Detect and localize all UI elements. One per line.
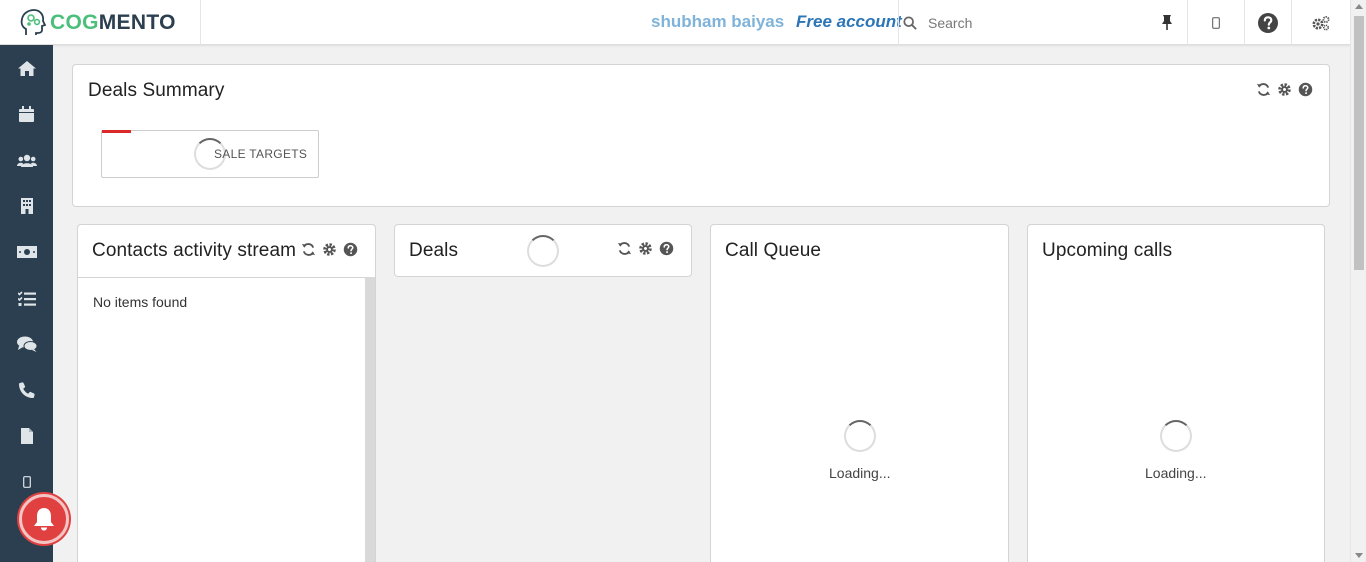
help-icon[interactable] (343, 242, 358, 257)
upcoming-calls-title: Upcoming calls (1042, 240, 1173, 261)
sidebar-item-calendar[interactable] (0, 91, 53, 137)
empty-state-text: No items found (93, 294, 188, 310)
call-queue-title: Call Queue (725, 240, 822, 261)
gear-icon[interactable] (1277, 82, 1292, 97)
loading-spinner (1160, 420, 1192, 452)
contacts-activity-scrollbar[interactable] (365, 277, 375, 562)
help-icon (1258, 12, 1278, 33)
logo[interactable]: COGMENTO (0, 0, 201, 45)
sidebar-item-home[interactable] (0, 45, 53, 91)
sidebar-item-tasks[interactable] (0, 275, 53, 321)
calendar-icon (19, 106, 34, 122)
loading-text: Loading... (829, 465, 891, 481)
gear-icon[interactable] (322, 242, 337, 257)
deals-summary-tools (1256, 82, 1313, 97)
refresh-icon[interactable] (617, 241, 632, 256)
scroll-up-arrow-icon[interactable] (1355, 4, 1363, 9)
chat-icon (16, 336, 37, 352)
search-icon (903, 15, 917, 30)
contacts-activity-card: Contacts activity stream No items found (77, 224, 376, 562)
help-icon[interactable] (659, 241, 674, 256)
notification-bell-button[interactable] (19, 494, 69, 544)
sidebar-item-calls[interactable] (0, 367, 53, 413)
sale-targets-label: SALE TARGETS (214, 147, 308, 161)
settings-button[interactable] (1291, 0, 1350, 45)
help-icon[interactable] (1298, 82, 1313, 97)
call-queue-card: Call Queue Loading... (710, 224, 1009, 562)
loading-spinner (844, 420, 876, 452)
pin-icon[interactable] (1158, 13, 1176, 31)
contacts-activity-tools (301, 242, 358, 257)
contacts-activity-title: Contacts activity stream (92, 240, 297, 261)
bell-icon (34, 508, 54, 531)
deals-summary-card: Deals Summary SALE TARGETS (72, 64, 1330, 207)
document-icon (20, 428, 33, 444)
mobile-icon (22, 476, 31, 488)
sidebar-item-companies[interactable] (0, 183, 53, 229)
sidebar-item-contacts[interactable] (0, 137, 53, 183)
contacts-icon (16, 154, 37, 167)
phone-icon (18, 382, 35, 398)
deals-title: Deals (409, 240, 459, 261)
mobile-icon (1212, 16, 1220, 29)
deals-money-icon (16, 246, 37, 258)
tasks-icon (17, 290, 36, 306)
sidebar-item-chat[interactable] (0, 321, 53, 367)
deals-summary-title: Deals Summary (88, 80, 225, 101)
page-scrollbar[interactable] (1350, 0, 1366, 562)
loading-spinner (527, 235, 559, 267)
home-icon (17, 60, 36, 76)
companies-icon (20, 198, 33, 214)
brain-logo-icon (20, 8, 46, 35)
sidebar (0, 45, 53, 562)
gear-icon[interactable] (638, 241, 653, 256)
sale-targets-indicator (102, 130, 131, 133)
user-name[interactable]: shubham baiyas (651, 12, 784, 32)
mobile-button[interactable] (1187, 0, 1244, 45)
deals-tools (617, 241, 674, 256)
scroll-down-arrow-icon[interactable] (1355, 553, 1363, 558)
upcoming-calls-card: Upcoming calls Loading... (1027, 224, 1325, 562)
contacts-activity-list: No items found (78, 277, 365, 562)
sidebar-item-deals[interactable] (0, 229, 53, 275)
loading-text: Loading... (1145, 465, 1207, 481)
top-bar: COGMENTO shubham baiyas Free account (0, 0, 1350, 45)
scroll-thumb[interactable] (1354, 16, 1364, 270)
deals-card: Deals (394, 224, 692, 277)
logo-text: COGMENTO (50, 10, 176, 34)
refresh-icon[interactable] (301, 242, 316, 257)
settings-icon (1312, 15, 1330, 31)
sale-targets-tile[interactable]: SALE TARGETS (101, 130, 319, 178)
account-type[interactable]: Free account (796, 12, 902, 32)
search-box (898, 0, 1188, 45)
help-button[interactable] (1244, 0, 1291, 45)
sidebar-item-documents[interactable] (0, 413, 53, 459)
refresh-icon[interactable] (1256, 82, 1271, 97)
search-input[interactable] (928, 14, 1128, 31)
